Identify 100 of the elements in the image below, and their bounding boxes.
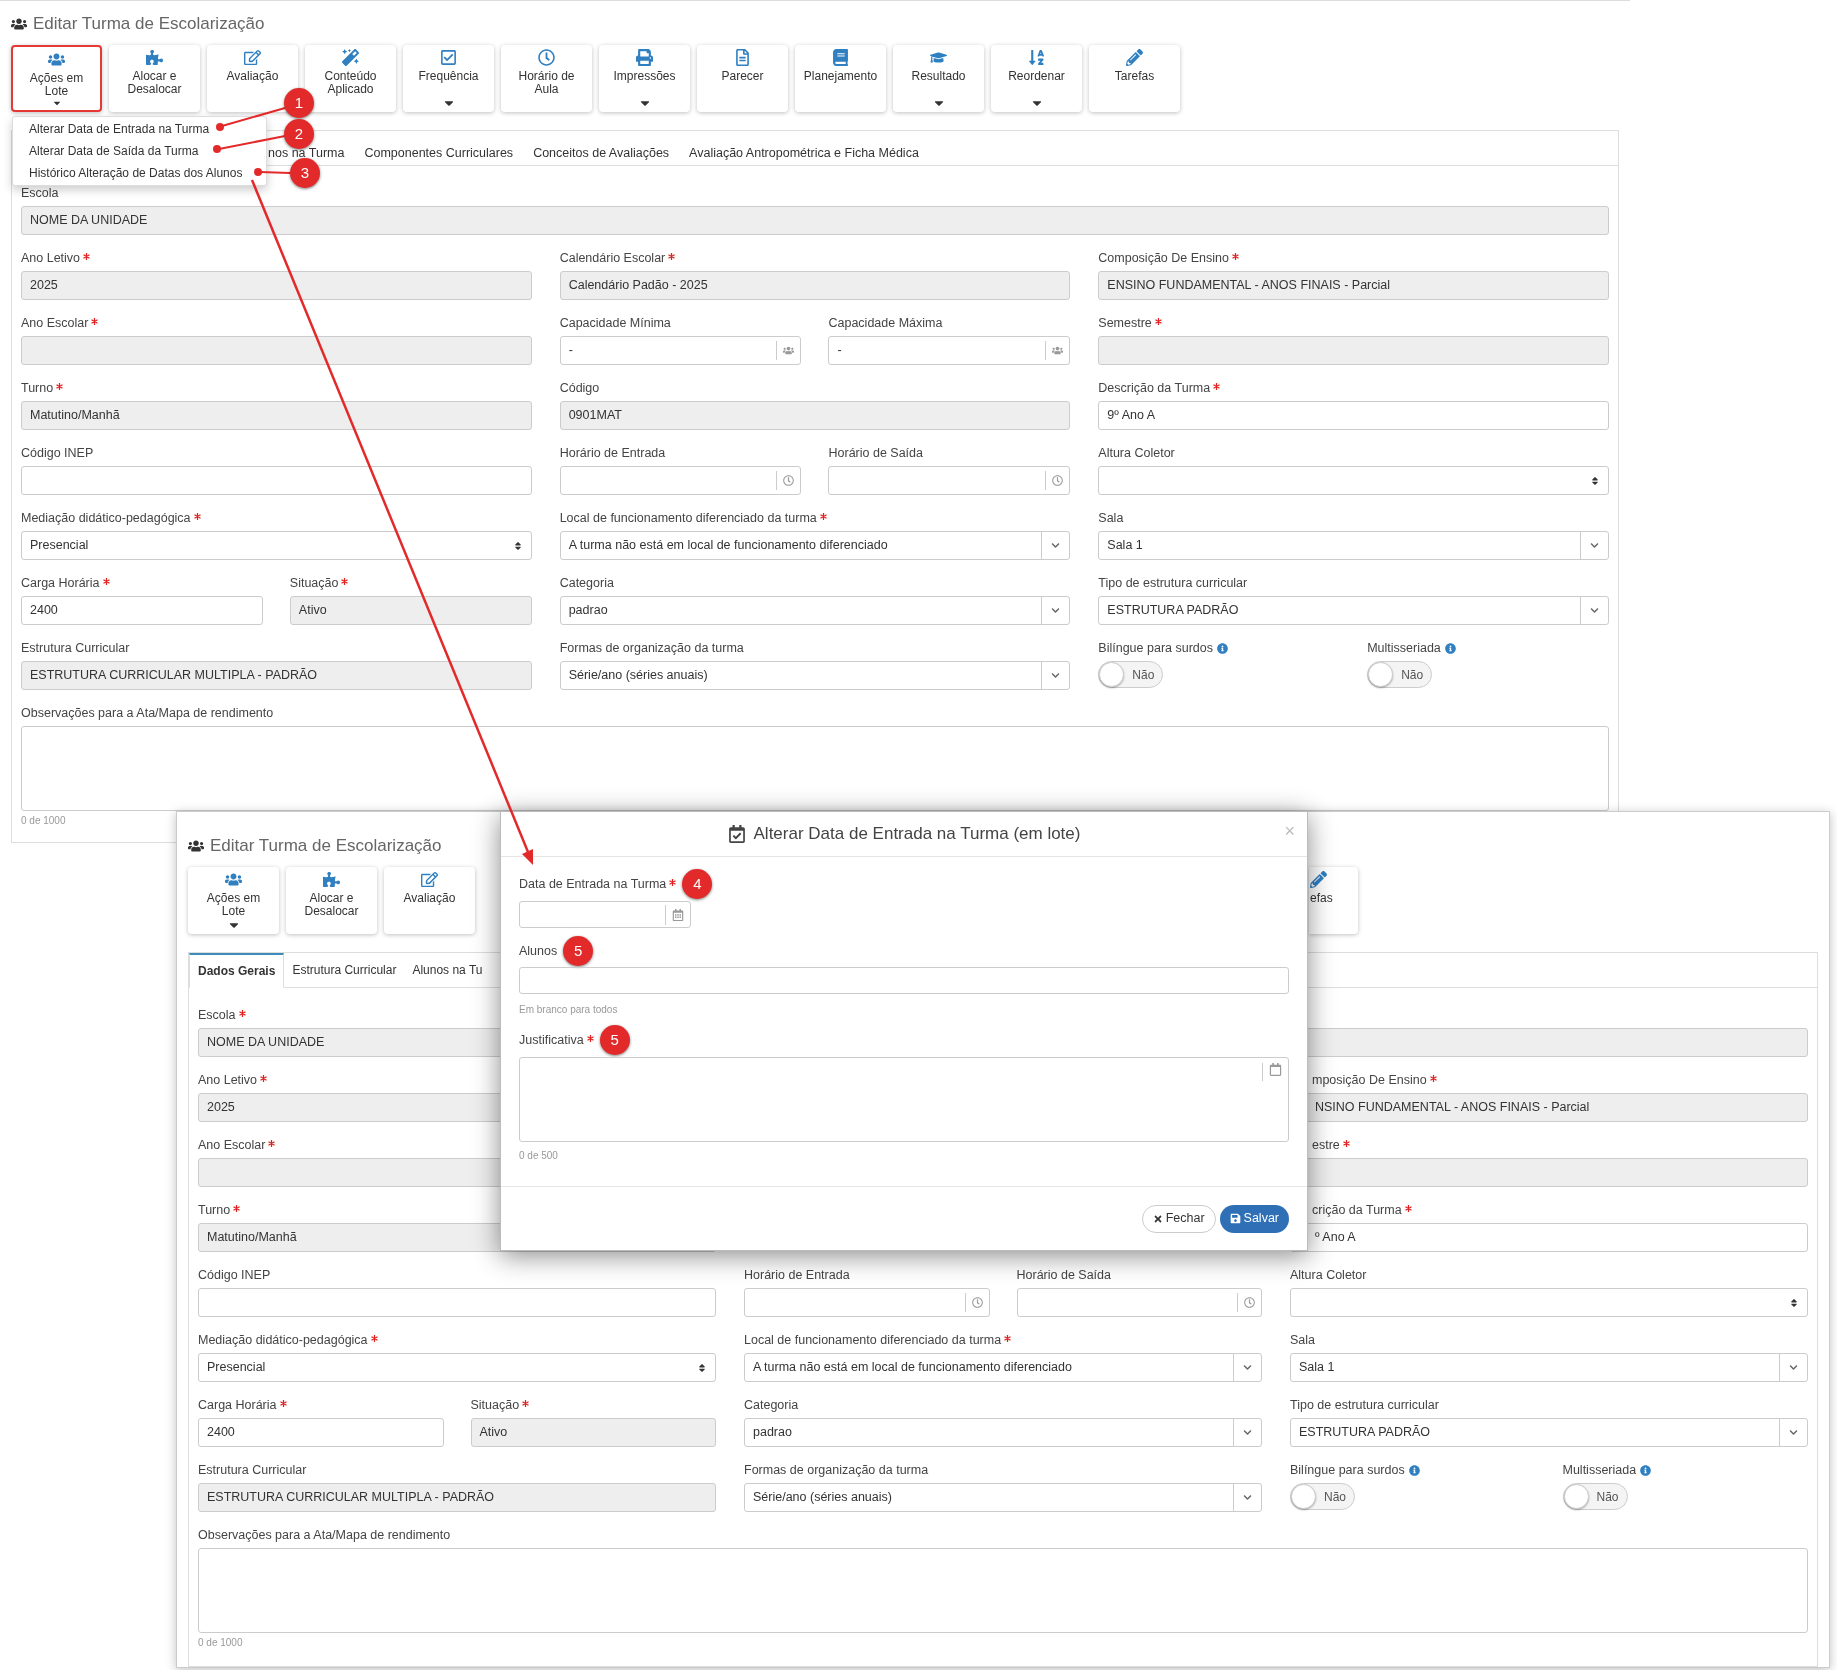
- input-field[interactable]: [744, 1288, 990, 1317]
- required-icon: [238, 1009, 246, 1017]
- input-field[interactable]: 2400: [198, 1418, 444, 1447]
- field-label: Justificativa: [519, 1031, 584, 1049]
- select-field[interactable]: ESTRUTURA PADRÃO: [1098, 596, 1609, 625]
- input-field[interactable]: º Ano A: [1290, 1223, 1808, 1252]
- field-label: Observações para a Ata/Mapa de rendimento: [21, 704, 274, 722]
- input-field[interactable]: -: [559, 336, 802, 365]
- toolbar-button[interactable]: Planejamento: [795, 45, 886, 112]
- tab[interactable]: Avaliação Antropométrica e Ficha Médica: [679, 130, 929, 165]
- menu-item[interactable]: Alterar Data de Saída da Turma: [13, 140, 266, 162]
- calendar-icon: [1269, 1063, 1282, 1076]
- edit-icon: [244, 49, 261, 66]
- select-field[interactable]: [1290, 1288, 1808, 1317]
- select-field[interactable]: A turma não está em local de funcionamento diferenciado: [744, 1353, 1262, 1382]
- number-badge: 4: [682, 869, 713, 899]
- field-label: Horário de Saída: [828, 444, 923, 462]
- tab[interactable]: Componentes Curriculares: [354, 130, 524, 165]
- date-field[interactable]: [519, 901, 691, 928]
- input-field[interactable]: [519, 967, 1289, 994]
- text-area[interactable]: [198, 1548, 1808, 1633]
- field-label: Turno: [198, 1201, 231, 1219]
- toolbar-button[interactable]: Alocar e Desalocar: [286, 867, 377, 934]
- input-field[interactable]: -: [828, 336, 1071, 365]
- page-title: Editar Turma de Escolarização: [33, 13, 265, 36]
- toggle-switch[interactable]: Não: [1290, 1483, 1355, 1510]
- input-field[interactable]: [828, 466, 1071, 495]
- toolbar-button[interactable]: efas: [1309, 867, 1358, 934]
- toolbar-button[interactable]: Resultado: [893, 45, 984, 112]
- required-icon: [341, 577, 349, 585]
- input-field[interactable]: [559, 466, 802, 495]
- toolbar-button[interactable]: Alocar e Desalocar: [109, 45, 200, 112]
- toolbar-button[interactable]: Reordenar: [991, 45, 1082, 112]
- tab[interactable]: Alunos na Tu: [404, 952, 491, 987]
- select-field[interactable]: Presencial: [21, 531, 532, 560]
- select-field[interactable]: Série/ano (séries anuais): [559, 661, 1071, 690]
- close-button[interactable]: Fechar: [1141, 1204, 1216, 1233]
- users-icon: [783, 345, 795, 356]
- input-field[interactable]: [1016, 1288, 1262, 1317]
- save-button[interactable]: Salvar: [1219, 1204, 1289, 1233]
- input-field[interactable]: 2400: [21, 596, 263, 625]
- toggle-switch[interactable]: Não: [1098, 661, 1164, 688]
- chevron-down-icon: [1590, 541, 1599, 550]
- save-icon: [1229, 1213, 1241, 1224]
- field-label: Data de Entrada na Turma: [519, 875, 667, 893]
- toolbar-button[interactable]: Frequência: [403, 45, 494, 112]
- select-field[interactable]: padrao: [744, 1418, 1262, 1447]
- sort-icon: [1028, 49, 1045, 66]
- chevron-down-icon: [1051, 541, 1061, 550]
- input-field[interactable]: [198, 1288, 716, 1317]
- select-field[interactable]: Sala 1: [1290, 1353, 1808, 1382]
- required-icon: [233, 1204, 241, 1212]
- field-label: Multisseriada: [1367, 639, 1441, 657]
- toggle-switch[interactable]: Não: [1562, 1483, 1628, 1510]
- toolbar-button[interactable]: Ações em Lote: [11, 45, 102, 112]
- required-icon: [279, 1399, 287, 1407]
- required-icon: [91, 317, 99, 325]
- toolbar-button[interactable]: Parecer: [697, 45, 788, 112]
- field-label: Capacidade Mínima: [559, 314, 671, 332]
- input-field[interactable]: 9º Ano A: [1098, 401, 1609, 430]
- field-label: Altura Coletor: [1290, 1266, 1367, 1284]
- field-label: estre: [1312, 1136, 1340, 1154]
- toolbar-button[interactable]: Avaliação: [384, 867, 475, 934]
- toolbar-button[interactable]: Conteúdo Aplicado: [305, 45, 396, 112]
- menu-item[interactable]: Alterar Data de Entrada na Turma: [13, 118, 266, 140]
- toolbar-button[interactable]: Horário de Aula: [501, 45, 592, 112]
- tab[interactable]: Dados Gerais: [189, 953, 285, 988]
- select-field[interactable]: ESTRUTURA PADRÃO: [1290, 1418, 1808, 1447]
- close-icon: [1152, 1213, 1163, 1224]
- field-label: Escola: [198, 1006, 236, 1024]
- select-field[interactable]: padrao: [559, 596, 1071, 625]
- graduation-cap-icon: [930, 49, 947, 66]
- field-label: Estrutura Curricular: [21, 639, 130, 657]
- toolbar-button[interactable]: Impressões: [599, 45, 690, 112]
- select-field[interactable]: Série/ano (séries anuais): [744, 1483, 1262, 1512]
- select-field[interactable]: A turma não está em local de funcionamento diferenciado: [559, 531, 1071, 560]
- toggle-switch[interactable]: Não: [1367, 661, 1433, 688]
- field-label: Sala: [1290, 1331, 1316, 1349]
- field-label: Tipo de estrutura curricular: [1290, 1396, 1439, 1414]
- field-label: Categoria: [559, 574, 614, 592]
- field-label: Bilíngue para surdos: [1290, 1461, 1405, 1479]
- toolbar-button[interactable]: Ações em Lote: [188, 867, 279, 934]
- text-area[interactable]: [21, 726, 1609, 811]
- tab[interactable]: Estrutura Curricular: [284, 952, 405, 987]
- select-field[interactable]: Presencial: [198, 1353, 716, 1382]
- field-label: Horário de Entrada: [744, 1266, 850, 1284]
- required-icon: [260, 1074, 268, 1082]
- field-label: Altura Coletor: [1098, 444, 1175, 462]
- field-label: Ano Escolar: [198, 1136, 266, 1154]
- toolbar-button[interactable]: Tarefas: [1089, 45, 1180, 112]
- select-field[interactable]: [1098, 466, 1609, 495]
- menu-item[interactable]: Histórico Alteração de Datas dos Alunos: [13, 162, 266, 184]
- text-area[interactable]: [519, 1057, 1289, 1142]
- input-field[interactable]: [21, 466, 532, 495]
- users-icon: [225, 871, 242, 888]
- page-title: Editar Turma de Escolarização: [210, 835, 442, 858]
- tab[interactable]: Conceitos de Avaliações: [523, 130, 680, 165]
- field-label: Código: [559, 379, 600, 397]
- calendar-icon: [727, 825, 746, 843]
- select-field[interactable]: Sala 1: [1098, 531, 1609, 560]
